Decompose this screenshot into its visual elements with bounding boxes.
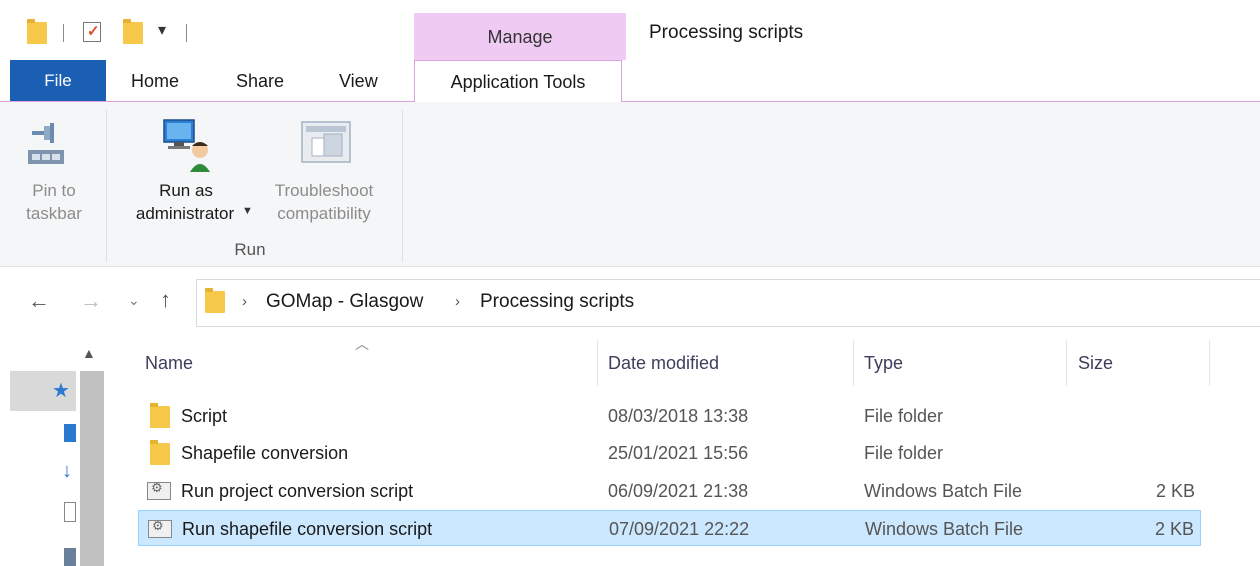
- pin-label-line2: taskbar: [26, 204, 82, 223]
- up-button[interactable]: ↑: [160, 287, 171, 313]
- run-as-admin-icon[interactable]: [160, 116, 216, 174]
- toolbar-separator: [186, 24, 187, 42]
- tab-file[interactable]: File: [10, 60, 106, 101]
- file-type: File folder: [864, 443, 944, 463]
- ribbon-group-run-label: Run: [234, 240, 266, 259]
- troubleshoot-label-line1: Troubleshoot: [274, 181, 374, 200]
- file-date: 08/03/2018 13:38: [608, 406, 749, 426]
- file-name: Run shapefile conversion script: [182, 519, 433, 539]
- file-type: File folder: [864, 406, 944, 426]
- run-as-admin-dropdown-icon[interactable]: ▼: [242, 205, 253, 217]
- column-header-date[interactable]: Date modified: [608, 353, 719, 374]
- breadcrumb-chevron[interactable]: ›: [455, 293, 460, 310]
- file-name: Shapefile conversion: [181, 443, 349, 463]
- file-row-selected[interactable]: Run shapefile conversion script 07/09/20…: [138, 510, 1201, 546]
- file-date: 06/09/2021 21:38: [608, 481, 749, 501]
- troubleshoot-compatibility-icon[interactable]: [300, 120, 352, 164]
- column-separator[interactable]: [853, 340, 854, 386]
- file-row[interactable]: Shapefile conversion 25/01/2021 15:56 Fi…: [138, 435, 1201, 471]
- column-header-size[interactable]: Size: [1078, 353, 1113, 374]
- pictures-icon[interactable]: [64, 548, 76, 566]
- nav-pane-scrollbar[interactable]: [80, 371, 104, 566]
- file-size: 2 KB: [1154, 519, 1194, 539]
- quick-access-star-icon: ★: [52, 380, 70, 402]
- ribbon-separator: [402, 110, 403, 262]
- quick-access-toolbar: ✓ ▾: [0, 0, 1260, 60]
- forward-button[interactable]: →: [80, 288, 102, 314]
- batch-file-icon: [147, 480, 171, 500]
- column-separator[interactable]: [1209, 340, 1210, 386]
- tab-home[interactable]: Home: [131, 60, 179, 101]
- desktop-icon[interactable]: [64, 424, 76, 442]
- column-separator[interactable]: [1066, 340, 1067, 386]
- downloads-icon[interactable]: ↓: [62, 460, 72, 483]
- manage-tab-label: Manage: [487, 27, 553, 47]
- properties-icon[interactable]: ✓: [83, 22, 101, 42]
- file-row[interactable]: Run project conversion script 06/09/2021…: [138, 473, 1201, 509]
- column-header-name[interactable]: Name: [145, 353, 193, 374]
- breadcrumb-gomap-glasgow[interactable]: GOMap - Glasgow: [266, 291, 423, 313]
- recent-locations-dropdown[interactable]: ⌄: [128, 292, 140, 309]
- tab-view[interactable]: View: [339, 60, 378, 101]
- back-button[interactable]: ←: [28, 288, 50, 314]
- breadcrumb-chevron[interactable]: ›: [242, 293, 247, 310]
- file-date: 07/09/2021 22:22: [609, 519, 750, 539]
- file-row[interactable]: Script 08/03/2018 13:38 File folder: [138, 398, 1201, 434]
- documents-icon[interactable]: [64, 502, 76, 522]
- new-folder-icon[interactable]: [123, 19, 143, 44]
- sort-ascending-icon: ︿: [355, 336, 369, 352]
- tab-application-tools[interactable]: Application Tools: [414, 60, 622, 102]
- ribbon-tab-row: [0, 60, 1260, 102]
- toolbar-separator: [63, 24, 64, 42]
- file-name: Run project conversion script: [181, 481, 414, 501]
- ribbon-separator: [106, 110, 107, 262]
- file-type: Windows Batch File: [865, 519, 1024, 539]
- customize-toolbar-icon[interactable]: ▾: [158, 20, 166, 40]
- window-title: Processing scripts: [649, 22, 804, 43]
- nav-pane-scroll-up[interactable]: ▲: [82, 345, 96, 361]
- folder-icon[interactable]: [27, 19, 47, 44]
- troubleshoot-label-line2: compatibility: [277, 204, 371, 223]
- tab-share[interactable]: Share: [236, 60, 284, 101]
- file-date: 25/01/2021 15:56: [608, 443, 749, 463]
- folder-icon: [150, 403, 170, 428]
- file-size: 2 KB: [1155, 481, 1195, 501]
- file-type: Windows Batch File: [864, 481, 1023, 501]
- file-name: Script: [181, 406, 228, 426]
- breadcrumb-processing-scripts[interactable]: Processing scripts: [480, 291, 634, 313]
- pin-icon: [28, 123, 64, 164]
- run-as-admin-label-line1: Run as: [159, 181, 213, 200]
- pin-label-line1: Pin to: [32, 181, 76, 200]
- address-folder-icon: [205, 288, 225, 313]
- column-header-type[interactable]: Type: [864, 353, 903, 374]
- folder-icon: [150, 440, 170, 465]
- run-as-admin-label-line2: administrator: [135, 204, 235, 223]
- batch-file-icon: [148, 518, 172, 538]
- column-separator[interactable]: [597, 340, 598, 386]
